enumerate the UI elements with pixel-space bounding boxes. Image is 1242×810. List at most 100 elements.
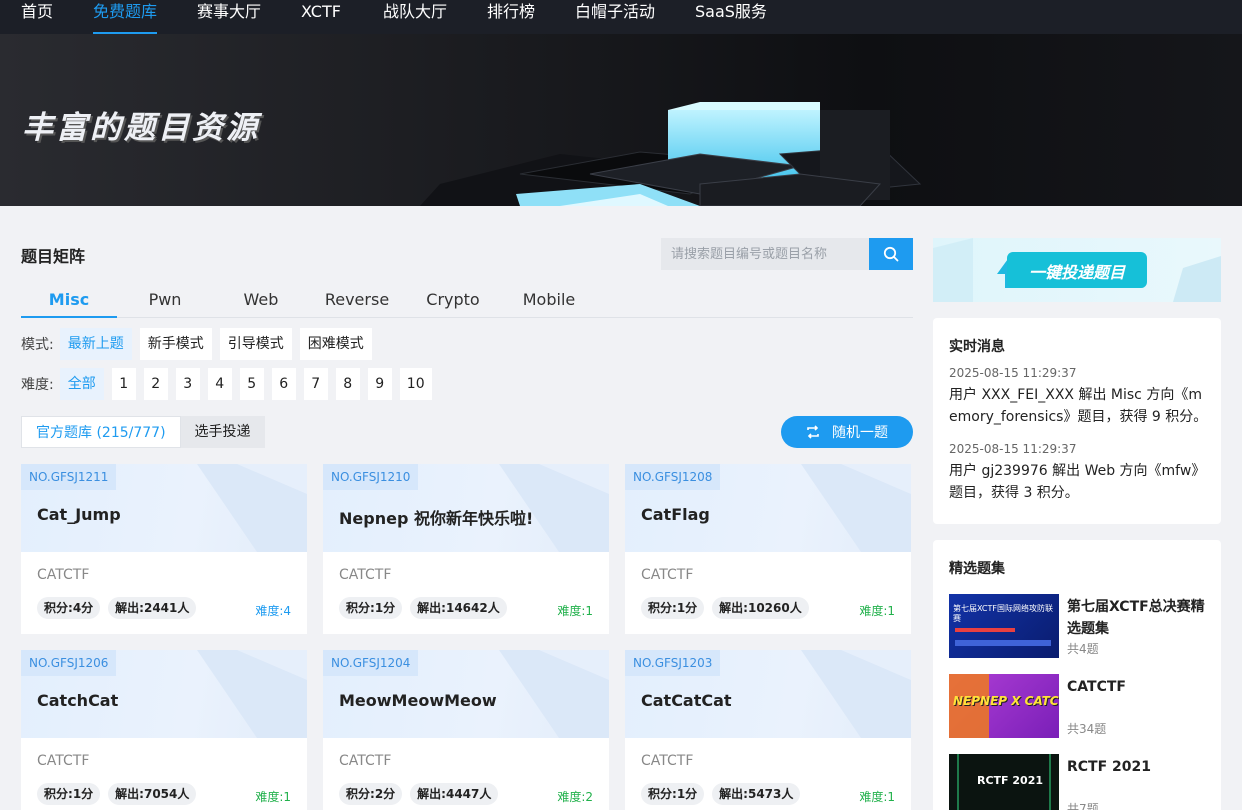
nav-item-xctf[interactable]: XCTF xyxy=(301,0,341,34)
difficulty-option-5[interactable]: 5 xyxy=(239,368,264,400)
nav-item-events[interactable]: 赛事大厅 xyxy=(197,0,261,34)
tab-mobile[interactable]: Mobile xyxy=(501,286,597,317)
problem-stats: 积分:1分 解出:7054人 xyxy=(37,783,197,805)
nav-item-free-problems[interactable]: 免费题库 xyxy=(93,0,158,34)
difficulty-option-7[interactable]: 7 xyxy=(303,368,328,400)
difficulty-option-8[interactable]: 8 xyxy=(335,368,360,400)
problem-score: 积分:4分 xyxy=(37,597,101,619)
difficulty-option-6[interactable]: 6 xyxy=(271,368,296,400)
set-thumbnail-text: NEPNEP X CATCTF xyxy=(953,694,1059,708)
difficulty-option-all[interactable]: 全部 xyxy=(59,368,104,400)
mode-option-guided[interactable]: 引导模式 xyxy=(219,328,292,360)
problem-title: CatFlag xyxy=(641,505,710,524)
mode-option-hard[interactable]: 困难模式 xyxy=(299,328,372,360)
problem-org: CATCTF xyxy=(37,753,90,769)
problem-number: NO.GFSJ1211 xyxy=(21,464,117,490)
news-text: 用户 XXX_FEI_XXX 解出 Misc 方向《memory_forensi… xyxy=(949,387,1208,425)
search-button[interactable] xyxy=(869,238,913,270)
featured-set-item[interactable]: NEPNEP X CATCTF CATCTF 共34题 xyxy=(949,674,1211,738)
problem-stats: 积分:4分 解出:2441人 xyxy=(37,597,197,619)
problem-card-header: NO.GFSJ1204 MeowMeowMeow xyxy=(323,650,609,738)
difficulty-option-2[interactable]: 2 xyxy=(143,368,168,400)
tab-crypto[interactable]: Crypto xyxy=(405,286,501,317)
news-panel: 实时消息 2025-08-15 11:29:37 用户 XXX_FEI_XXX … xyxy=(933,318,1221,524)
source-tab-player[interactable]: 选手投递 xyxy=(181,416,265,448)
problem-card[interactable]: NO.GFSJ1211 Cat_Jump CATCTF 积分:4分 解出:2441人 难度… xyxy=(21,464,307,634)
news-title: 实时消息 xyxy=(949,339,1005,355)
problem-difficulty: 难度:1 xyxy=(859,790,895,804)
problem-stats: 积分:1分 解出:10260人 xyxy=(641,597,809,619)
problem-solved: 解出:7054人 xyxy=(108,783,197,805)
search-input[interactable] xyxy=(661,238,869,270)
difficulty-option-9[interactable]: 9 xyxy=(367,368,392,400)
problem-card[interactable]: NO.GFSJ1210 Nepnep 祝你新年快乐啦! CATCTF 积分:1分 解出:… xyxy=(323,464,609,634)
shuffle-icon xyxy=(807,425,819,439)
source-tab-official[interactable]: 官方题库 (215/777) xyxy=(21,416,181,448)
set-thumbnail: NEPNEP X CATCTF xyxy=(949,674,1059,738)
tab-reverse[interactable]: Reverse xyxy=(309,286,405,317)
problem-org: CATCTF xyxy=(339,567,392,583)
problem-number: NO.GFSJ1203 xyxy=(625,650,721,676)
mode-option-beginner[interactable]: 新手模式 xyxy=(139,328,212,360)
problem-title: CatchCat xyxy=(37,691,119,710)
tab-pwn[interactable]: Pwn xyxy=(117,286,213,317)
search-bar xyxy=(661,238,913,270)
difficulty-option-10[interactable]: 10 xyxy=(399,368,432,400)
problem-stats: 积分:1分 解出:14642人 xyxy=(339,597,507,619)
set-thumbnail: 第七届XCTF国际网络攻防联赛 xyxy=(949,594,1059,658)
set-name: CATCTF xyxy=(1067,679,1126,695)
set-count: 共34题 xyxy=(1067,722,1107,736)
problem-org: CATCTF xyxy=(37,567,90,583)
problem-difficulty: 难度:1 xyxy=(255,790,291,804)
problem-solved: 解出:5473人 xyxy=(712,783,801,805)
problem-number: NO.GFSJ1206 xyxy=(21,650,117,676)
difficulty-option-4[interactable]: 4 xyxy=(207,368,232,400)
problem-solved: 解出:14642人 xyxy=(410,597,507,619)
problem-difficulty: 难度:2 xyxy=(557,790,593,804)
set-thumbnail-text: 第七届XCTF国际网络攻防联赛 xyxy=(953,604,1053,623)
mode-option-latest[interactable]: 最新上题 xyxy=(59,328,132,360)
news-time: 2025-08-15 11:29:37 xyxy=(949,442,1077,456)
category-tabs: Misc Pwn Web Reverse Crypto Mobile xyxy=(21,286,913,318)
nav-item-home[interactable]: 首页 xyxy=(21,0,53,34)
problem-card[interactable]: NO.GFSJ1208 CatFlag CATCTF 积分:1分 解出:10260人 难度… xyxy=(625,464,911,634)
random-problem-button[interactable]: 随机一题 xyxy=(781,416,913,448)
nav-item-saas[interactable]: SaaS服务 xyxy=(695,0,767,34)
problem-solved: 解出:10260人 xyxy=(712,597,809,619)
tab-misc[interactable]: Misc xyxy=(21,286,117,318)
hero-banner: 丰富的题目资源 xyxy=(0,34,1242,206)
tab-web[interactable]: Web xyxy=(213,286,309,317)
problem-org: CATCTF xyxy=(641,567,694,583)
difficulty-option-1[interactable]: 1 xyxy=(111,368,136,400)
submit-problem-banner[interactable]: 一键投递题目 xyxy=(933,238,1221,302)
problem-score: 积分:1分 xyxy=(641,597,705,619)
featured-sets-title: 精选题集 xyxy=(949,561,1005,577)
problem-number: NO.GFSJ1204 xyxy=(323,650,419,676)
nav-item-whitehat[interactable]: 白帽子活动 xyxy=(575,0,655,34)
difficulty-filter: 难度: 全部 1 2 3 4 5 6 7 8 9 10 xyxy=(21,368,440,400)
random-problem-label: 随机一题 xyxy=(832,425,888,441)
problem-number: NO.GFSJ1208 xyxy=(625,464,721,490)
nav-item-teams[interactable]: 战队大厅 xyxy=(383,0,447,34)
mode-filter: 模式: 最新上题 新手模式 引导模式 困难模式 xyxy=(21,328,380,360)
problem-difficulty: 难度:4 xyxy=(255,604,291,618)
set-thumbnail: RCTF 2021 xyxy=(949,754,1059,810)
problem-card-header: NO.GFSJ1211 Cat_Jump xyxy=(21,464,307,552)
problem-card-header: NO.GFSJ1203 CatCatCat xyxy=(625,650,911,738)
problem-card[interactable]: NO.GFSJ1204 MeowMeowMeow CATCTF 积分:2分 解出:444… xyxy=(323,650,609,810)
difficulty-option-3[interactable]: 3 xyxy=(175,368,200,400)
featured-set-item[interactable]: 第七届XCTF国际网络攻防联赛 第七届XCTF总决赛精选题集 共4题 xyxy=(949,594,1211,658)
problem-card[interactable]: NO.GFSJ1203 CatCatCat CATCTF 积分:1分 解出:5473人 难… xyxy=(625,650,911,810)
problem-org: CATCTF xyxy=(641,753,694,769)
featured-set-item[interactable]: RCTF 2021 RCTF 2021 共7题 xyxy=(949,754,1211,810)
featured-sets-panel: 精选题集 第七届XCTF国际网络攻防联赛 第七届XCTF总决赛精选题集 共4题 … xyxy=(933,540,1221,810)
set-name: RCTF 2021 xyxy=(1067,759,1152,775)
problem-card[interactable]: NO.GFSJ1206 CatchCat CATCTF 积分:1分 解出:7054人 难度… xyxy=(21,650,307,810)
nav-item-ranking[interactable]: 排行榜 xyxy=(487,0,535,34)
set-count: 共7题 xyxy=(1067,802,1099,810)
problem-org: CATCTF xyxy=(339,753,392,769)
problem-title: Nepnep 祝你新年快乐啦! xyxy=(339,509,534,528)
problem-stats: 积分:1分 解出:5473人 xyxy=(641,783,801,805)
search-icon xyxy=(883,246,899,262)
difficulty-label: 难度: xyxy=(21,377,54,393)
